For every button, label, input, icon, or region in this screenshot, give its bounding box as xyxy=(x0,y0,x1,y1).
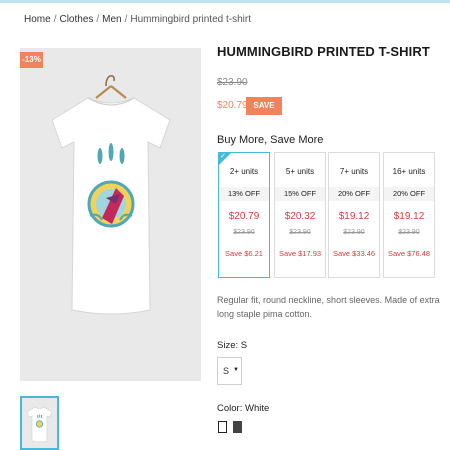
tier-card-16-units[interactable]: 16+ units 20% OFF $19.12 $23.90 Save $76… xyxy=(383,152,435,278)
tier-original-price: $23.90 xyxy=(233,229,255,236)
tier-discount: 15% OFF xyxy=(275,187,325,201)
breadcrumb-separator: / xyxy=(124,14,128,25)
product-thumbnail[interactable] xyxy=(20,396,59,450)
color-label: Color: White xyxy=(217,403,270,414)
tier-original-price: $23.90 xyxy=(289,229,311,236)
tier-card-7-units[interactable]: 7+ units 20% OFF $19.12 $23.90 Save $33.… xyxy=(328,152,380,278)
tier-price: $19.12 xyxy=(393,211,425,222)
thumbnail-shirt-icon xyxy=(26,406,53,443)
regular-price: $23.90 xyxy=(217,77,248,88)
breadcrumb: Home / Clothes / Men / Hummingbird printed t-s… xyxy=(24,14,251,25)
color-swatch-black[interactable] xyxy=(233,421,242,433)
tier-units: 5+ units xyxy=(285,167,315,176)
size-label: Size: S xyxy=(217,340,248,351)
tier-price: $20.32 xyxy=(284,211,316,222)
top-accent-line xyxy=(0,0,450,3)
tier-discount: 13% OFF xyxy=(219,187,269,201)
tier-units: 16+ units xyxy=(392,167,426,176)
current-price: $20.79 xyxy=(217,100,248,111)
tier-units: 2+ units xyxy=(229,167,259,176)
breadcrumb-current: Hummingbird printed t-shirt xyxy=(130,14,251,25)
check-icon: ✓ xyxy=(220,153,226,160)
tier-savings: Save $76.48 xyxy=(387,249,431,258)
size-selected-value: S xyxy=(223,366,230,376)
save-badge: SAVE 13% xyxy=(246,97,282,128)
tier-original-price: $23.90 xyxy=(343,229,365,236)
tier-price: $19.12 xyxy=(338,211,370,222)
tier-discount: 20% OFF xyxy=(384,187,434,201)
product-image[interactable] xyxy=(20,48,201,381)
tier-price: $20.79 xyxy=(228,211,260,222)
breadcrumb-clothes[interactable]: Clothes xyxy=(59,14,93,25)
tier-discount: 20% OFF xyxy=(329,187,379,201)
tier-original-price: $23.90 xyxy=(398,229,420,236)
breadcrumb-home[interactable]: Home xyxy=(24,14,51,25)
size-select[interactable]: S ▼ xyxy=(217,357,242,385)
breadcrumb-separator: / xyxy=(96,14,100,25)
breadcrumb-separator: / xyxy=(53,14,57,25)
tier-savings: Save $6.21 xyxy=(225,249,263,258)
tier-units: 7+ units xyxy=(339,167,369,176)
tier-savings: Save $33.46 xyxy=(332,249,376,258)
tier-savings: Save $17.93 xyxy=(278,249,322,258)
bulk-discount-title: Buy More, Save More xyxy=(217,134,324,146)
chevron-down-icon: ▼ xyxy=(233,367,239,373)
product-title: HUMMINGBIRD PRINTED T-SHIRT xyxy=(217,44,430,59)
product-description: Regular fit, round neckline, short sleev… xyxy=(217,295,440,319)
breadcrumb-men[interactable]: Men xyxy=(102,14,121,25)
discount-badge: -13% xyxy=(20,52,43,68)
tier-card-2-units[interactable]: ✓ 2+ units 13% OFF $20.79 $23.90 Save $6… xyxy=(218,152,270,278)
color-swatch-white[interactable] xyxy=(218,421,227,433)
tier-card-5-units[interactable]: 5+ units 15% OFF $20.32 $23.90 Save $17.… xyxy=(274,152,326,278)
